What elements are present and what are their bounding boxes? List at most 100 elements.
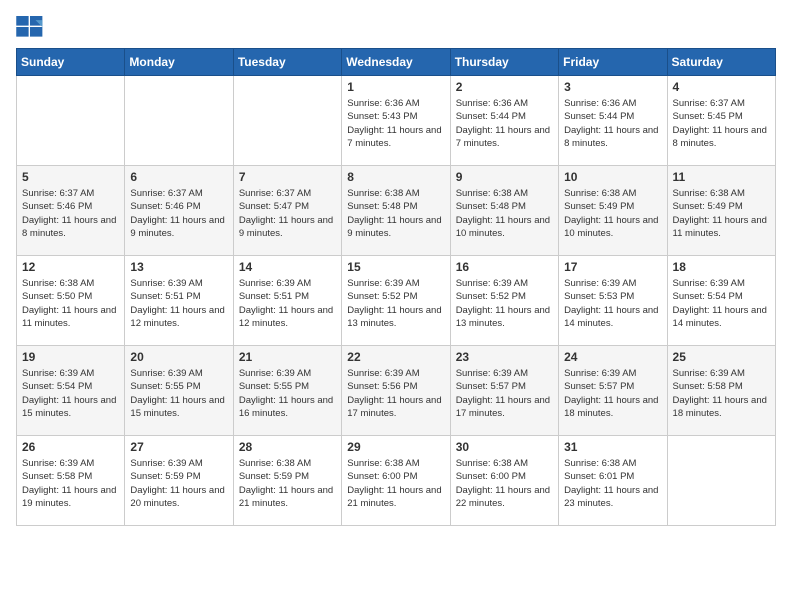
sunrise-info: Sunrise: 6:38 AM [456, 188, 528, 199]
day-number: 25 [673, 350, 770, 364]
day-number: 7 [239, 170, 336, 184]
day-info: Sunrise: 6:39 AMSunset: 5:58 PMDaylight:… [22, 457, 119, 510]
sunset-info: Sunset: 5:54 PM [673, 291, 743, 302]
day-info: Sunrise: 6:39 AMSunset: 5:59 PMDaylight:… [130, 457, 227, 510]
day-info: Sunrise: 6:38 AMSunset: 6:00 PMDaylight:… [347, 457, 444, 510]
col-header-wednesday: Wednesday [342, 49, 450, 76]
day-number: 11 [673, 170, 770, 184]
sunset-info: Sunset: 5:49 PM [673, 201, 743, 212]
calendar-cell [233, 76, 341, 166]
day-number: 15 [347, 260, 444, 274]
day-number: 23 [456, 350, 553, 364]
day-number: 2 [456, 80, 553, 94]
sunset-info: Sunset: 5:48 PM [347, 201, 417, 212]
calendar-cell: 30Sunrise: 6:38 AMSunset: 6:00 PMDayligh… [450, 436, 558, 526]
sunrise-info: Sunrise: 6:39 AM [130, 368, 202, 379]
day-info: Sunrise: 6:37 AMSunset: 5:46 PMDaylight:… [130, 187, 227, 240]
calendar-cell: 5 Sunrise: 6:37 AMSunset: 5:46 PMDaylight… [17, 166, 125, 256]
daylight-hours: Daylight: 11 hours and 13 minutes. [347, 305, 441, 329]
sunset-info: Sunset: 5:58 PM [22, 471, 92, 482]
day-number: 29 [347, 440, 444, 454]
calendar-cell: 27 Sunrise: 6:39 AMSunset: 5:59 PMDayligh… [125, 436, 233, 526]
calendar-cell: 22 Sunrise: 6:39 AMSunset: 5:56 PMDayligh… [342, 346, 450, 436]
daylight-hours: Daylight: 11 hours and 23 minutes. [564, 485, 658, 509]
col-header-tuesday: Tuesday [233, 49, 341, 76]
calendar-cell: 18Sunrise: 6:39 AMSunset: 5:54 PMDayligh… [667, 256, 775, 346]
sunrise-info: Sunrise: 6:39 AM [456, 278, 528, 289]
day-info: Sunrise: 6:36 AMSunset: 5:44 PMDaylight:… [456, 97, 553, 150]
day-info: Sunrise: 6:37 AMSunset: 5:46 PMDaylight:… [22, 187, 119, 240]
daylight-hours: Daylight: 11 hours and 21 minutes. [239, 485, 333, 509]
daylight-hours: Daylight: 11 hours and 12 minutes. [130, 305, 224, 329]
calendar-cell: 17Sunrise: 6:39 AMSunset: 5:53 PMDayligh… [559, 256, 667, 346]
sunset-info: Sunset: 5:58 PM [673, 381, 743, 392]
sunrise-info: Sunrise: 6:39 AM [239, 278, 311, 289]
col-header-thursday: Thursday [450, 49, 558, 76]
calendar-header-row: SundayMondayTuesdayWednesdayThursdayFrid… [17, 49, 776, 76]
sunset-info: Sunset: 5:54 PM [22, 381, 92, 392]
calendar-cell: 16Sunrise: 6:39 AMSunset: 5:52 PMDayligh… [450, 256, 558, 346]
sunrise-info: Sunrise: 6:39 AM [239, 368, 311, 379]
daylight-hours: Daylight: 11 hours and 8 minutes. [564, 125, 658, 149]
sunset-info: Sunset: 5:56 PM [347, 381, 417, 392]
sunset-info: Sunset: 5:57 PM [564, 381, 634, 392]
daylight-hours: Daylight: 11 hours and 10 minutes. [564, 215, 658, 239]
day-number: 24 [564, 350, 661, 364]
daylight-hours: Daylight: 11 hours and 17 minutes. [456, 395, 550, 419]
daylight-hours: Daylight: 11 hours and 9 minutes. [239, 215, 333, 239]
sunset-info: Sunset: 5:43 PM [347, 111, 417, 122]
day-info: Sunrise: 6:38 AMSunset: 5:50 PMDaylight:… [22, 277, 119, 330]
calendar-week-5: 26Sunrise: 6:39 AMSunset: 5:58 PMDayligh… [17, 436, 776, 526]
day-info: Sunrise: 6:39 AMSunset: 5:51 PMDaylight:… [130, 277, 227, 330]
day-info: Sunrise: 6:38 AMSunset: 5:49 PMDaylight:… [564, 187, 661, 240]
page-header [16, 16, 776, 38]
day-info: Sunrise: 6:38 AM Sunset: 5:48 PM Daylight:… [456, 187, 553, 240]
day-number: 22 [347, 350, 444, 364]
day-number: 6 [130, 170, 227, 184]
sunset-info: Sunset: 6:00 PM [347, 471, 417, 482]
day-number: 14 [239, 260, 336, 274]
sunrise-info: Sunrise: 6:38 AM [22, 278, 94, 289]
daylight-hours: Daylight: 11 hours and 18 minutes. [564, 395, 658, 419]
day-number: 31 [564, 440, 661, 454]
col-header-friday: Friday [559, 49, 667, 76]
calendar-cell [125, 76, 233, 166]
sunrise-info: Sunrise: 6:37 AM [673, 98, 745, 109]
col-header-sunday: Sunday [17, 49, 125, 76]
sunrise-info: Sunrise: 6:36 AM [456, 98, 528, 109]
day-number: 19 [22, 350, 119, 364]
daylight-hours: Daylight: 11 hours and 18 minutes. [673, 395, 767, 419]
day-info: Sunrise: 6:39 AMSunset: 5:56 PMDaylight:… [347, 367, 444, 420]
sunset-info: Sunset: 5:55 PM [239, 381, 309, 392]
sunrise-info: Sunrise: 6:39 AM [673, 368, 745, 379]
sunrise-info: Sunrise: 6:37 AM [130, 188, 202, 199]
day-number: 18 [673, 260, 770, 274]
day-info: Sunrise: 6:38 AMSunset: 5:49 PMDaylight:… [673, 187, 770, 240]
sunrise-info: Sunrise: 6:38 AM [456, 458, 528, 469]
sunrise-info: Sunrise: 6:38 AM [347, 188, 419, 199]
day-number: 10 [564, 170, 661, 184]
daylight-hours: Daylight: 11 hours and 9 minutes. [347, 215, 441, 239]
day-number: 20 [130, 350, 227, 364]
sunrise-info: Sunrise: 6:36 AM [347, 98, 419, 109]
day-info: Sunrise: 6:38 AM Sunset: 5:48 PM Daylight:… [347, 187, 444, 240]
daylight-hours: Daylight: 11 hours and 15 minutes. [22, 395, 116, 419]
day-info: Sunrise: 6:39 AMSunset: 5:57 PMDaylight:… [564, 367, 661, 420]
day-number: 5 [22, 170, 119, 184]
day-number: 27 [130, 440, 227, 454]
sunset-info: Sunset: 5:48 PM [456, 201, 526, 212]
daylight-hours: Daylight: 11 hours and 15 minutes. [130, 395, 224, 419]
day-info: Sunrise: 6:37 AMSunset: 5:45 PMDaylight:… [673, 97, 770, 150]
calendar-cell: 26Sunrise: 6:39 AMSunset: 5:58 PMDayligh… [17, 436, 125, 526]
daylight-hours: Daylight: 11 hours and 10 minutes. [456, 215, 550, 239]
day-info: Sunrise: 6:39 AMSunset: 5:52 PMDaylight:… [456, 277, 553, 330]
calendar-cell: 23Sunrise: 6:39 AMSunset: 5:57 PMDayligh… [450, 346, 558, 436]
calendar-cell: 11 Sunrise: 6:38 AMSunset: 5:49 PMDayligh… [667, 166, 775, 256]
daylight-hours: Daylight: 11 hours and 11 minutes. [22, 305, 116, 329]
calendar-cell [17, 76, 125, 166]
sunset-info: Sunset: 5:52 PM [456, 291, 526, 302]
day-number: 13 [130, 260, 227, 274]
sunrise-info: Sunrise: 6:39 AM [22, 368, 94, 379]
calendar-cell: 4Sunrise: 6:37 AMSunset: 5:45 PMDaylight… [667, 76, 775, 166]
sunrise-info: Sunrise: 6:38 AM [564, 458, 636, 469]
